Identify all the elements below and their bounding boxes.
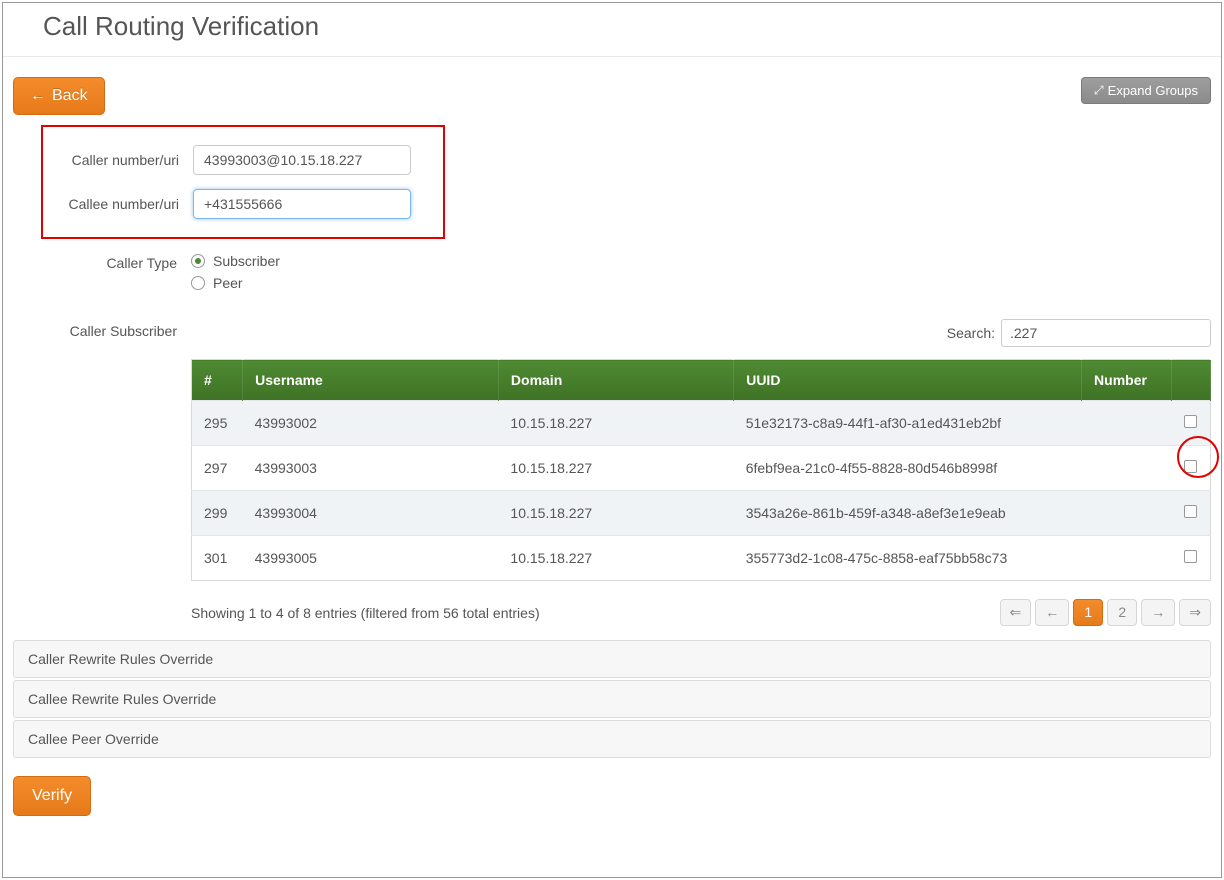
row-checkbox[interactable] [1184,460,1197,473]
cell-uuid: 3543a26e-861b-459f-a348-a8ef3e1e9eab [734,491,1082,536]
page-last[interactable]: ⇒ [1179,599,1211,626]
page-title: Call Routing Verification [43,11,1191,42]
caller-number-label: Caller number/uri [49,152,193,168]
cell-username: 43993002 [243,401,499,446]
caller-type-subscriber[interactable]: Subscriber [191,253,280,269]
radio-icon [191,276,205,290]
cell-uuid: 6febf9ea-21c0-4f55-8828-80d546b8998f [734,446,1082,491]
page-2[interactable]: 2 [1107,599,1137,626]
table-row[interactable]: 297 43993003 10.15.18.227 6febf9ea-21c0-… [192,446,1211,491]
expand-groups-button[interactable]: ⤢ Expand Groups [1081,77,1211,104]
row-checkbox[interactable] [1184,415,1197,428]
back-label: Back [52,87,88,105]
table-row[interactable]: 295 43993002 10.15.18.227 51e32173-c8a9-… [192,401,1211,446]
cell-id: 297 [192,446,243,491]
cell-number [1082,446,1172,491]
search-input[interactable] [1001,319,1211,347]
search-label: Search: [947,325,995,341]
table-row[interactable]: 299 43993004 10.15.18.227 3543a26e-861b-… [192,491,1211,536]
radio-label-peer: Peer [213,275,243,291]
accordion-callee-peer[interactable]: Callee Peer Override [13,720,1211,758]
table-row[interactable]: 301 43993005 10.15.18.227 355773d2-1c08-… [192,536,1211,581]
annotation-highlight-box: Caller number/uri Callee number/uri [41,125,445,239]
arrow-left-icon: ← [30,87,46,105]
cell-number [1082,536,1172,581]
expand-groups-label: Expand Groups [1108,83,1198,98]
th-username[interactable]: Username [243,360,499,401]
expand-icon: ⤢ [1094,83,1104,98]
subscriber-table: # Username Domain UUID Number 295 439930… [191,359,1211,581]
radio-label-subscriber: Subscriber [213,253,280,269]
cell-uuid: 51e32173-c8a9-44f1-af30-a1ed431eb2bf [734,401,1082,446]
th-id[interactable]: # [192,360,243,401]
callee-number-input[interactable] [193,189,411,219]
cell-domain: 10.15.18.227 [498,491,733,536]
verify-button[interactable]: Verify [13,776,91,816]
cell-username: 43993004 [243,491,499,536]
cell-username: 43993003 [243,446,499,491]
page-prev[interactable]: ← [1035,599,1069,626]
cell-number [1082,491,1172,536]
th-number[interactable]: Number [1082,360,1172,401]
th-domain[interactable]: Domain [498,360,733,401]
th-select [1172,360,1211,401]
cell-id: 299 [192,491,243,536]
cell-username: 43993005 [243,536,499,581]
row-checkbox[interactable] [1184,505,1197,518]
accordion-callee-rewrite[interactable]: Callee Rewrite Rules Override [13,680,1211,718]
cell-uuid: 355773d2-1c08-475c-8858-eaf75bb58c73 [734,536,1082,581]
page-first[interactable]: ⇐ [1000,599,1032,626]
cell-number [1082,401,1172,446]
cell-domain: 10.15.18.227 [498,536,733,581]
accordion-caller-rewrite[interactable]: Caller Rewrite Rules Override [13,640,1211,678]
th-uuid[interactable]: UUID [734,360,1082,401]
table-info: Showing 1 to 4 of 8 entries (filtered fr… [191,605,540,621]
caller-subscriber-label: Caller Subscriber [13,319,191,339]
row-checkbox[interactable] [1184,550,1197,563]
back-button[interactable]: ← Back [13,77,105,115]
page-1[interactable]: 1 [1073,599,1103,626]
cell-domain: 10.15.18.227 [498,446,733,491]
caller-type-peer[interactable]: Peer [191,275,280,291]
page-next[interactable]: → [1141,599,1175,626]
caller-type-label: Caller Type [41,253,191,271]
cell-id: 301 [192,536,243,581]
cell-id: 295 [192,401,243,446]
callee-number-label: Callee number/uri [49,196,193,212]
cell-domain: 10.15.18.227 [498,401,733,446]
caller-number-input[interactable] [193,145,411,175]
radio-icon [191,254,205,268]
